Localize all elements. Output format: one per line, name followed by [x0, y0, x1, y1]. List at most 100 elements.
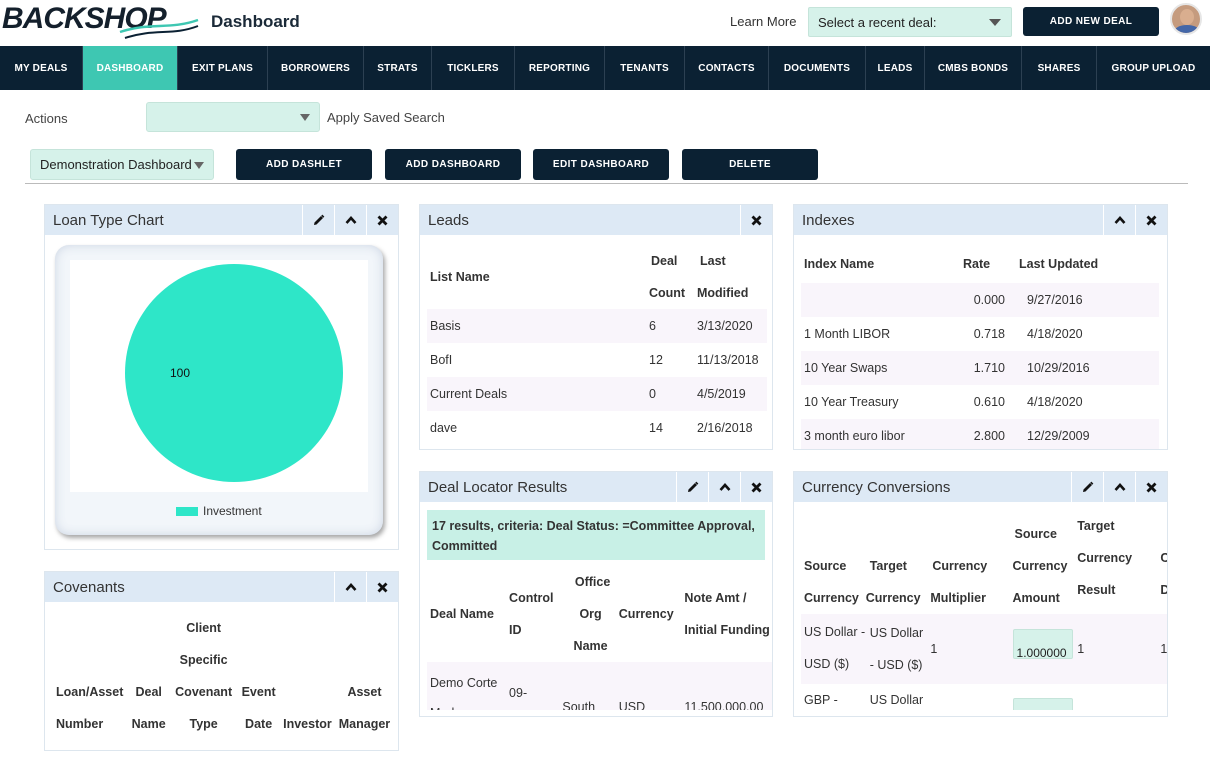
logo-wave-icon — [119, 18, 199, 39]
nav-item-borrowers[interactable]: BORROWERS — [268, 46, 364, 90]
table-row[interactable]: 1 Month LIBOR 0.718 4/18/2020 — [801, 317, 1159, 351]
nav-item-strats[interactable]: STRATS — [364, 46, 432, 90]
dashboard-select-value: Demonstration Dashboard — [40, 157, 192, 172]
table-row[interactable]: Basis 6 3/13/2020 — [427, 309, 767, 343]
cell-list-name[interactable]: Basis — [427, 309, 649, 343]
collapse-chevron-icon[interactable] — [334, 572, 366, 602]
add-dashlet-button[interactable]: ADD DASHLET — [236, 149, 372, 180]
table-row[interactable]: 10 Year Treasury 0.610 4/18/2020 — [801, 385, 1159, 419]
close-icon[interactable] — [1135, 205, 1167, 235]
source-amount-input[interactable]: 1.000000 — [1012, 629, 1073, 660]
column-header[interactable]: Event Date — [238, 612, 279, 740]
saved-search-select[interactable] — [146, 102, 320, 132]
nav-item-reporting[interactable]: REPORTING — [515, 46, 605, 90]
cell-multiplier — [930, 684, 1012, 710]
leads-table: List Name Deal Count Last Modified Basis 6… — [427, 245, 767, 445]
collapse-chevron-icon[interactable] — [334, 205, 366, 235]
nav-item-my-deals[interactable]: MY DEALS — [0, 46, 83, 90]
column-header[interactable]: Deal Count — [649, 245, 697, 309]
cell-deal-name[interactable]: Demo Corte Madera — [427, 662, 509, 710]
column-header[interactable]: Target Currency Result — [1077, 510, 1160, 614]
column-header[interactable]: Currency Multiplier — [930, 510, 1012, 614]
column-header[interactable]: Loan/Asset Number — [53, 612, 128, 740]
column-header[interactable]: List Name — [427, 245, 649, 309]
user-avatar[interactable] — [1170, 3, 1202, 35]
column-header[interactable]: Note Amt / Initial Funding — [684, 566, 772, 662]
table-row[interactable]: 0.000 9/27/2016 — [801, 283, 1159, 317]
chevron-down-icon — [300, 114, 310, 121]
nav-item-ticklers[interactable]: TICKLERS — [432, 46, 515, 90]
dashboard-select[interactable]: Demonstration Dashboard — [30, 149, 214, 180]
cell-list-name[interactable]: dave — [427, 411, 649, 445]
close-icon[interactable] — [1135, 472, 1167, 502]
table-row[interactable]: BofI 12 11/13/2018 — [427, 343, 767, 377]
column-header[interactable]: CD — [1160, 510, 1167, 614]
nav-item-dashboard[interactable]: DASHBOARD — [83, 46, 178, 90]
edit-pencil-icon[interactable] — [1071, 472, 1103, 502]
nav-item-documents[interactable]: DOCUMENTS — [769, 46, 866, 90]
collapse-chevron-icon[interactable] — [1103, 472, 1135, 502]
column-header[interactable]: Asset Manager — [336, 612, 393, 740]
delete-dashboard-button[interactable]: DELETE — [682, 149, 818, 180]
column-header[interactable]: Currency — [619, 566, 685, 662]
apply-saved-search-link[interactable]: Apply Saved Search — [327, 110, 445, 125]
table-row[interactable]: Current Deals 0 4/5/2019 — [427, 377, 767, 411]
cell-index-name[interactable] — [801, 283, 963, 317]
nav-item-exit-plans[interactable]: EXIT PLANS — [178, 46, 268, 90]
column-header[interactable]: Index Name — [801, 245, 963, 283]
table-row[interactable]: 10 Year Swaps 1.710 10/29/2016 — [801, 351, 1159, 385]
column-header[interactable]: Control ID — [509, 566, 562, 662]
edit-dashboard-button[interactable]: EDIT DASHBOARD — [533, 149, 669, 180]
currency-body: Source Currency Target Currency Currency Mu… — [794, 502, 1167, 710]
edit-pencil-icon[interactable] — [302, 205, 334, 235]
chart-legend: Investment — [176, 504, 262, 518]
column-header[interactable]: Rate — [963, 245, 1019, 283]
nav-item-cmbs-bonds[interactable]: CMBS BONDS — [925, 46, 1022, 90]
add-dashboard-button[interactable]: ADD DASHBOARD — [385, 149, 521, 180]
close-icon[interactable] — [740, 472, 772, 502]
column-header[interactable]: Office Org Name — [562, 566, 618, 662]
cell-list-name[interactable]: BofI — [427, 343, 649, 377]
column-header[interactable]: Client Specific Covenant Type — [169, 612, 238, 740]
nav-item-tenants[interactable]: TENANTS — [605, 46, 685, 90]
close-icon[interactable] — [740, 205, 772, 235]
cell-index-name[interactable]: 3 month euro libor — [801, 419, 963, 449]
source-amount-input[interactable] — [1012, 698, 1073, 710]
cell-control-id: 09- — [509, 686, 528, 700]
cell-list-name[interactable]: Current Deals — [427, 377, 649, 411]
add-new-deal-button[interactable]: ADD NEW DEAL — [1023, 7, 1159, 36]
recent-deal-placeholder: Select a recent deal: — [818, 15, 937, 30]
legend-swatch — [176, 506, 198, 516]
column-header[interactable]: Deal Name — [427, 566, 509, 662]
close-icon[interactable] — [366, 205, 398, 235]
dashlet-title: Loan Type Chart — [53, 211, 164, 229]
collapse-chevron-icon[interactable] — [1103, 205, 1135, 235]
cell-source-currency: GBP - — [804, 693, 838, 707]
close-icon[interactable] — [366, 572, 398, 602]
cell-index-name[interactable]: 10 Year Treasury — [801, 385, 963, 419]
backshop-logo[interactable]: BACKSHOP — [0, 2, 200, 42]
nav-item-leads[interactable]: LEADS — [866, 46, 925, 90]
column-header[interactable]: Deal Name — [128, 612, 169, 740]
column-header[interactable]: Source Currency Amount — [1013, 510, 1078, 614]
column-header[interactable]: Source Currency — [801, 510, 866, 614]
collapse-chevron-icon[interactable] — [708, 472, 740, 502]
cell-index-name[interactable]: 1 Month LIBOR — [801, 317, 963, 351]
cell-index-name[interactable]: 10 Year Swaps — [801, 351, 963, 385]
column-header[interactable]: Target Currency — [866, 510, 931, 614]
nav-item-group-upload[interactable]: GROUP UPLOAD — [1097, 46, 1210, 90]
pie-slice-investment[interactable] — [125, 264, 343, 482]
nav-item-contacts[interactable]: CONTACTS — [685, 46, 769, 90]
table-row[interactable]: Demo Corte Madera 09- South USD 11,500,0… — [427, 662, 772, 710]
table-row[interactable]: 3 month euro libor 2.800 12/29/2009 — [801, 419, 1159, 449]
recent-deal-select[interactable]: Select a recent deal: — [808, 7, 1012, 37]
column-header[interactable]: Last Modified — [697, 245, 767, 309]
table-row[interactable]: US Dollar - USD ($) US Dollar - USD ($) … — [801, 614, 1167, 684]
column-header[interactable]: Investor — [279, 612, 336, 740]
nav-item-shares[interactable]: SHARES — [1022, 46, 1097, 90]
learn-more-link[interactable]: Learn More — [730, 14, 796, 29]
table-row[interactable]: GBP - US Dollar — [801, 684, 1167, 710]
edit-pencil-icon[interactable] — [676, 472, 708, 502]
table-row[interactable]: dave 14 2/16/2018 — [427, 411, 767, 445]
column-header[interactable]: Last Updated — [1019, 245, 1159, 283]
